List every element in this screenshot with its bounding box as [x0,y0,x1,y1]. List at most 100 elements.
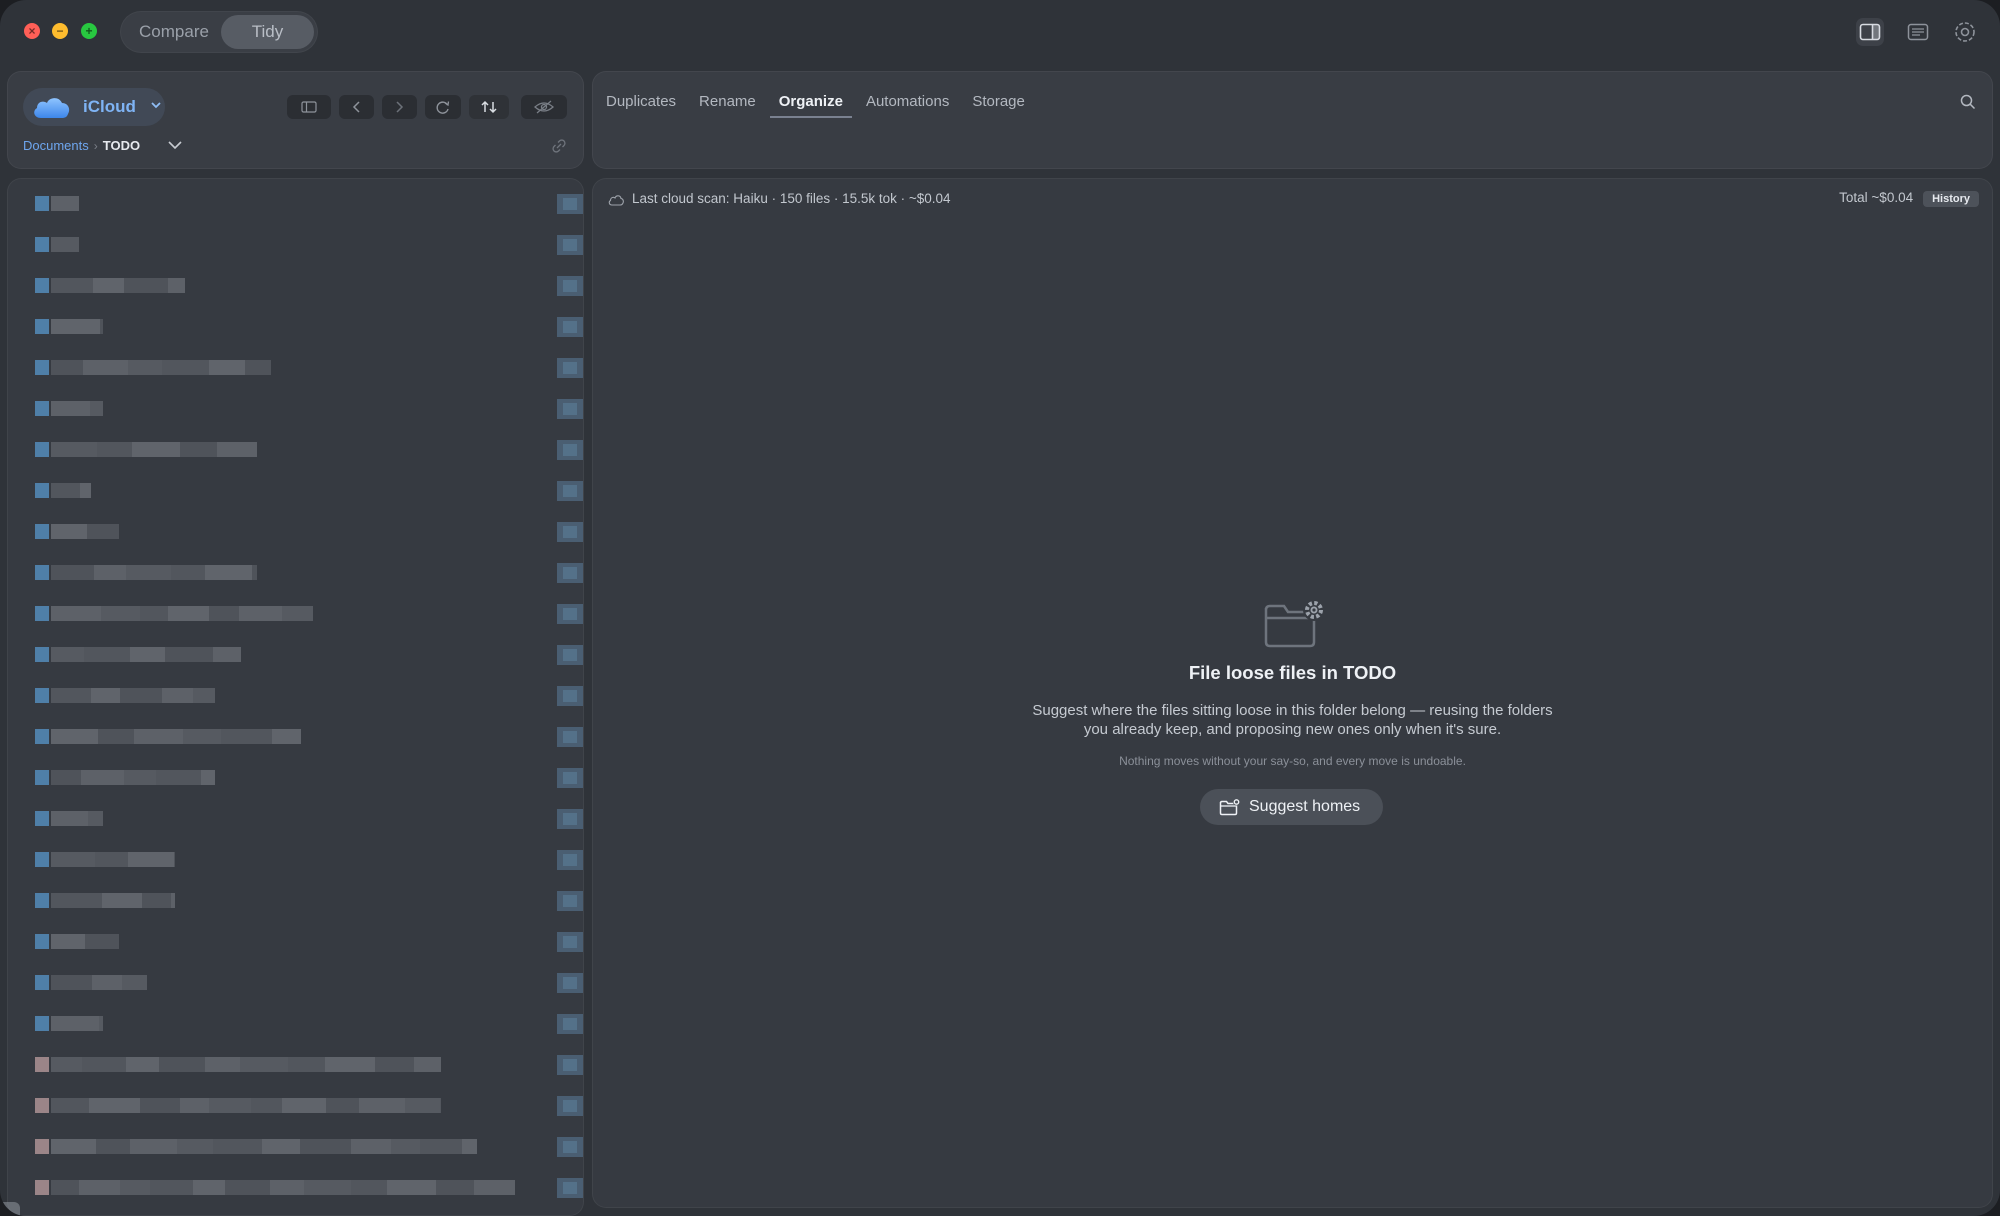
tab-rename[interactable]: Rename [699,93,756,118]
search-icon[interactable] [1959,93,1977,116]
file-name-obscured [96,1139,130,1154]
file-badge-obscured [557,891,583,911]
mode-switcher: Compare Tidy [120,11,318,53]
file-badge-obscured [557,768,583,788]
file-name-obscured [193,1180,225,1195]
file-badge-obscured [557,1178,583,1198]
file-badge-obscured [557,686,583,706]
file-name-obscured [51,770,81,785]
file-badge-obscured [557,276,583,296]
file-name-obscured [221,729,272,744]
file-name-obscured [97,442,132,457]
empty-state-note: Nothing moves without your say-so, and e… [1119,754,1466,768]
file-name-obscured [94,565,126,580]
file-name-obscured [120,1180,150,1195]
folder-gear-icon [1262,596,1328,655]
file-badge-obscured [557,727,583,747]
file-icon [35,975,49,990]
inspector-icon [1907,23,1929,41]
file-icon [35,237,49,252]
close-window-button[interactable]: × [24,23,40,39]
tab-automations[interactable]: Automations [866,93,949,118]
sidebar-right-toggle-button[interactable] [1856,18,1884,46]
breadcrumb-documents[interactable]: Documents [23,138,89,153]
file-name-obscured [180,1098,209,1113]
location-picker[interactable]: iCloud [23,88,165,126]
back-button[interactable] [339,95,374,119]
file-badge-obscured [557,604,583,624]
file-name-obscured [351,1180,387,1195]
file-icon [35,688,49,703]
mode-compare-button[interactable]: Compare [124,15,224,49]
breadcrumb-separator: › [93,139,98,153]
file-icon [35,606,49,621]
file-name-obscured [140,1098,180,1113]
tab-duplicates[interactable]: Duplicates [606,93,676,118]
breadcrumb-chevron-down-icon[interactable] [167,138,183,155]
file-name-obscured [100,319,103,334]
file-badge-obscured [557,440,583,460]
settings-icon [1955,22,1975,42]
settings-button[interactable] [1951,18,1979,46]
link-icon[interactable] [552,139,566,158]
mode-tidy-button[interactable]: Tidy [221,15,314,49]
zoom-window-button[interactable]: + [81,23,97,39]
file-name-obscured [239,606,282,621]
empty-state: File loose files in TODO Suggest where t… [592,178,1993,1208]
sort-icon [481,100,497,114]
tab-organize[interactable]: Organize [769,93,852,118]
folder-badge-icon [1219,798,1240,816]
file-badge-obscured [557,932,583,952]
file-name-obscured [180,442,217,457]
file-name-obscured [82,1057,126,1072]
zoom-icon: + [85,24,93,38]
file-name-obscured [140,606,168,621]
sort-button[interactable] [469,95,509,119]
file-name-obscured [159,1057,205,1072]
navigator-panel: iCloud Documents › TODO [7,71,584,169]
suggest-homes-button[interactable]: Suggest homes [1200,789,1383,825]
minimize-window-button[interactable]: − [52,23,68,39]
visibility-toggle-button[interactable] [521,95,567,119]
file-name-obscured [51,196,79,211]
file-name-obscured [130,1139,177,1154]
file-name-obscured [51,893,102,908]
file-name-obscured [95,852,128,867]
file-name-obscured [282,606,313,621]
file-name-obscured [225,1180,270,1195]
file-name-obscured [288,1057,325,1072]
tab-storage[interactable]: Storage [972,93,1025,118]
file-icon [35,401,49,416]
forward-button[interactable] [382,95,417,119]
sidebar-toggle-button[interactable] [287,95,331,119]
file-name-obscured [124,278,168,293]
eye-icon [534,100,554,114]
inspector-button[interactable] [1904,18,1932,46]
file-name-obscured [91,688,120,703]
file-name-obscured [85,934,119,949]
file-name-obscured [51,401,90,416]
file-icon [35,770,49,785]
file-name-obscured [122,975,147,990]
cloud-icon [34,98,70,118]
file-name-obscured [51,524,87,539]
file-name-obscured [51,811,88,826]
refresh-button[interactable] [425,95,461,119]
file-name-obscured [126,565,171,580]
file-name-obscured [51,729,98,744]
file-name-obscured [102,893,142,908]
file-name-obscured [51,647,84,662]
file-name-obscured [326,1098,359,1113]
file-name-obscured [84,647,130,662]
file-name-obscured [359,1098,405,1113]
suggest-homes-label: Suggest homes [1249,798,1361,815]
file-name-obscured [93,278,124,293]
file-name-obscured [126,1057,159,1072]
file-name-obscured [51,360,83,375]
file-name-obscured [474,1180,515,1195]
file-name-obscured [168,606,209,621]
breadcrumb-todo[interactable]: TODO [103,138,140,153]
file-name-obscured [387,1180,436,1195]
file-name-obscured [130,647,165,662]
file-name-obscured [168,278,185,293]
